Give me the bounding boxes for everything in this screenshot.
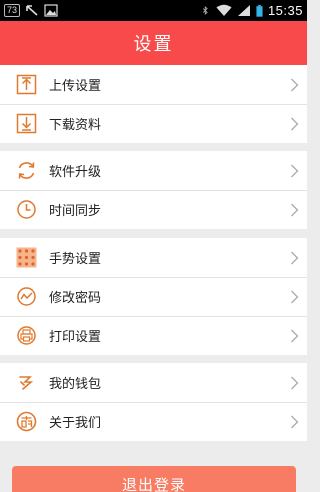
page-title: 设置 [133, 34, 174, 55]
chevron-right-icon [291, 78, 299, 91]
chevron-right-icon [291, 251, 299, 264]
settings-group-1: 上传设置 下载资料 [0, 65, 307, 143]
menu-item-label: 打印设置 [49, 330, 102, 345]
menu-item-print-settings[interactable]: 打印设置 [0, 316, 307, 355]
refresh-icon [18, 162, 35, 179]
chevron-right-icon [291, 290, 299, 303]
wallet-icon [19, 376, 34, 390]
menu-item-upload-settings[interactable]: 上传设置 [0, 65, 307, 104]
logout-container: 退出登录 [12, 466, 296, 492]
menu-item-label: 手势设置 [49, 252, 102, 267]
chevron-right-icon [291, 117, 299, 130]
status-bar: 73 15:35 [0, 0, 307, 21]
wifi-icon [216, 4, 232, 16]
chevron-right-icon [291, 164, 299, 177]
status-right: 15:35 [202, 3, 303, 18]
clock-icon [17, 200, 36, 219]
menu-item-label: 修改密码 [49, 291, 102, 306]
about-icon [16, 411, 37, 432]
bluetooth-icon [202, 6, 208, 15]
menu-item-time-sync[interactable]: 时间同步 [0, 190, 307, 229]
chevron-right-icon [291, 376, 299, 389]
notification-count-badge: 73 [4, 4, 21, 17]
image-notification-icon [44, 4, 58, 17]
printer-icon [17, 326, 36, 345]
upload-icon [16, 74, 37, 95]
chevron-right-icon [291, 329, 299, 342]
menu-item-label: 时间同步 [49, 204, 102, 219]
menu-item-label: 软件升级 [49, 165, 102, 180]
menu-item-label: 上传设置 [49, 79, 102, 94]
gesture-grid-icon [16, 247, 37, 268]
menu-item-my-wallet[interactable]: 我的钱包 [0, 363, 307, 402]
status-left: 73 [4, 4, 58, 17]
header-bar: 设置 [0, 21, 307, 65]
menu-item-download-data[interactable]: 下载资料 [0, 104, 307, 143]
menu-item-software-upgrade[interactable]: 软件升级 [0, 151, 307, 190]
menu-item-change-password[interactable]: 修改密码 [0, 277, 307, 316]
signal-icon [237, 5, 250, 16]
menu-item-label: 我的钱包 [49, 377, 102, 392]
chevron-right-icon [291, 203, 299, 216]
menu-item-label: 下载资料 [49, 118, 102, 133]
download-icon [16, 113, 37, 134]
settings-group-3: 手势设置 修改密码 打印设置 [0, 238, 307, 355]
settings-group-4: 我的钱包 关于我们 [0, 363, 307, 441]
menu-item-label: 关于我们 [49, 416, 102, 431]
battery-icon [256, 4, 263, 17]
chevron-right-icon [291, 415, 299, 428]
missed-call-icon [26, 5, 38, 16]
password-wave-icon [17, 287, 36, 306]
menu-item-gesture-settings[interactable]: 手势设置 [0, 238, 307, 277]
clock-time: 15:35 [267, 3, 303, 18]
settings-group-2: 软件升级 时间同步 [0, 151, 307, 229]
logout-button[interactable]: 退出登录 [12, 466, 296, 492]
menu-item-about-us[interactable]: 关于我们 [0, 402, 307, 441]
